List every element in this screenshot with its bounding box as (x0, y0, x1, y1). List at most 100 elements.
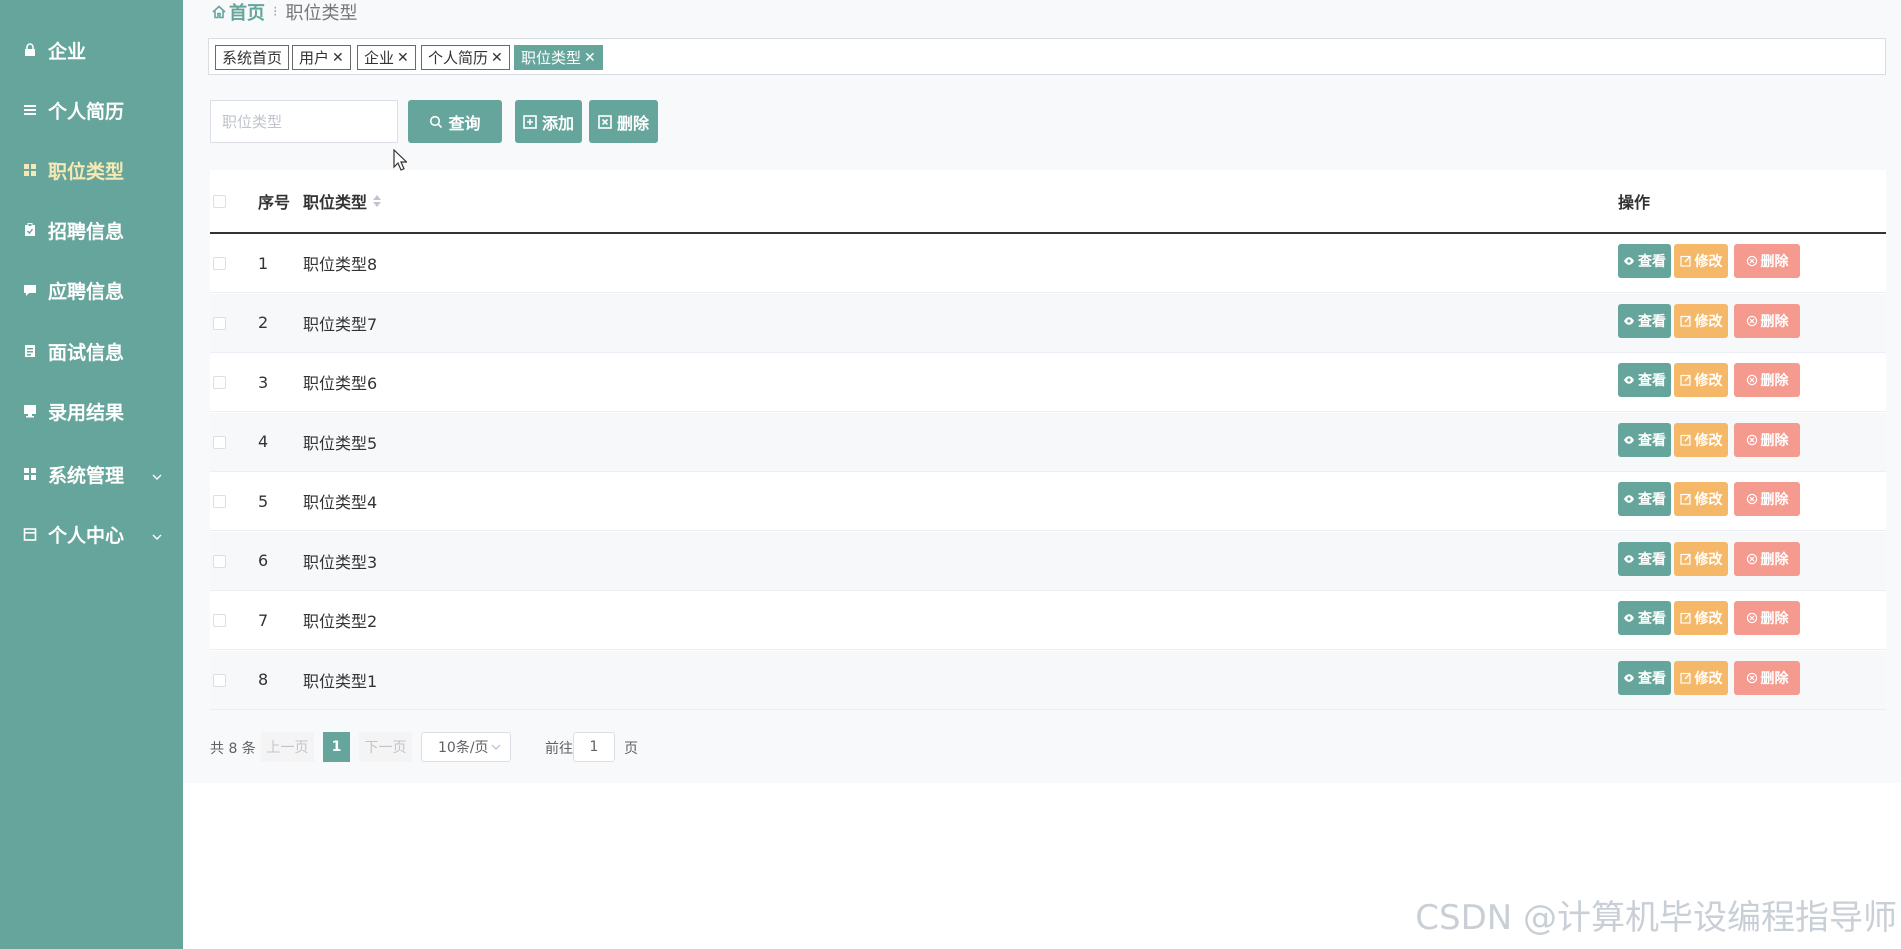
edit-button-label: 修改 (1694, 254, 1723, 270)
table-row: 4 职位类型5 查看 修改 删除 (210, 412, 1886, 472)
view-button[interactable]: 查看 (1618, 660, 1671, 695)
table-row: 5 职位类型4 查看 修改 删除 (210, 472, 1886, 531)
row-checkbox[interactable] (213, 435, 226, 449)
pagination-total: 共 8 条 (210, 741, 256, 757)
sidebar: 企业 个人简历 职位类型 招聘信息 应聘信息 面试信息 录用结果 系统管理 个人… (0, 0, 183, 949)
query-button-label: 查询 (448, 113, 481, 133)
view-button[interactable]: 查看 (1618, 482, 1671, 516)
sidebar-item-label: 个人中心 (48, 524, 125, 547)
sidebar-item-job-type[interactable]: 职位类型 (0, 150, 183, 190)
view-button[interactable]: 查看 (1618, 244, 1671, 278)
lock-icon (22, 42, 38, 58)
row-job-type: 职位类型8 (303, 255, 378, 274)
sidebar-item-label: 职位类型 (48, 160, 125, 183)
edit-button[interactable]: 修改 (1674, 363, 1728, 397)
view-button[interactable]: 查看 (1618, 363, 1671, 397)
header-ops: 操作 (1618, 193, 1651, 212)
delete-button-label: 删除 (1760, 611, 1789, 627)
row-job-type: 职位类型5 (303, 433, 378, 453)
close-circle-icon (1746, 255, 1757, 267)
row-delete-button[interactable]: 删除 (1734, 601, 1800, 635)
sidebar-item-application-info[interactable]: 应聘信息 (0, 270, 183, 310)
close-icon[interactable]: ✕ (332, 50, 344, 66)
edit-button[interactable]: 修改 (1674, 303, 1728, 338)
view-button-label: 查看 (1638, 432, 1666, 449)
sidebar-item-recruit-info[interactable]: 招聘信息 (0, 210, 183, 250)
view-button-label: 查看 (1638, 611, 1666, 627)
sidebar-item-hire-result[interactable]: 录用结果 (0, 391, 183, 431)
home-icon (212, 5, 226, 19)
view-button[interactable]: 查看 (1618, 422, 1671, 457)
tab-company[interactable]: 企业 ✕ (357, 45, 416, 70)
row-checkbox[interactable] (213, 316, 226, 330)
tab-label: 职位类型 (521, 49, 582, 67)
grid-icon (22, 466, 38, 482)
edit-button[interactable]: 修改 (1674, 601, 1728, 635)
row-checkbox[interactable] (213, 673, 226, 687)
row-checkbox[interactable] (213, 495, 226, 508)
edit-button[interactable]: 修改 (1674, 482, 1728, 516)
eye-icon (1624, 316, 1634, 325)
query-button[interactable]: 查询 (408, 100, 502, 143)
search-input[interactable] (210, 100, 398, 143)
sidebar-item-label: 面试信息 (48, 341, 125, 364)
tab-job-type[interactable]: 职位类型 ✕ (514, 45, 603, 70)
edit-button[interactable]: 修改 (1674, 541, 1728, 576)
row-checkbox[interactable] (213, 376, 226, 389)
view-button[interactable]: 查看 (1618, 303, 1671, 338)
close-icon[interactable]: ✕ (397, 50, 409, 66)
breadcrumb-separator: ⁝ (273, 4, 278, 20)
view-button-label: 查看 (1638, 670, 1666, 687)
header-job-type[interactable]: 职位类型 (303, 170, 382, 232)
page-number-1[interactable]: 1 (323, 732, 350, 762)
sidebar-item-resume[interactable]: 个人简历 (0, 90, 183, 130)
sidebar-item-interview-info[interactable]: 面试信息 (0, 331, 183, 371)
tab-resume[interactable]: 个人简历 ✕ (421, 45, 510, 70)
row-checkbox[interactable] (213, 257, 226, 270)
edit-button[interactable]: 修改 (1674, 244, 1728, 278)
close-icon[interactable]: ✕ (584, 50, 596, 66)
page-size-select[interactable]: 10条/页 (421, 732, 511, 762)
row-delete-button[interactable]: 删除 (1734, 303, 1800, 338)
close-icon[interactable]: ✕ (491, 50, 503, 66)
edit-button-label: 修改 (1694, 551, 1723, 568)
breadcrumb-home[interactable]: 首页 (211, 0, 265, 25)
tab-system-home[interactable]: 系统首页 (215, 45, 290, 70)
header-job-type-label: 职位类型 (303, 193, 368, 212)
sidebar-item-company[interactable]: 企业 (0, 30, 183, 70)
row-checkbox[interactable] (213, 554, 226, 568)
add-button[interactable]: 添加 (515, 100, 582, 143)
close-circle-icon (1746, 553, 1757, 564)
row-delete-button[interactable]: 删除 (1734, 541, 1800, 576)
edit-icon (1679, 553, 1691, 565)
row-delete-button[interactable]: 删除 (1734, 482, 1800, 516)
edit-icon (1679, 315, 1691, 327)
sort-icon[interactable] (373, 195, 382, 207)
goto-page-input[interactable] (573, 732, 615, 762)
view-button[interactable]: 查看 (1618, 541, 1671, 576)
add-button-label: 添加 (541, 113, 574, 133)
row-delete-button[interactable]: 删除 (1734, 363, 1800, 397)
select-all-checkbox[interactable] (213, 195, 226, 208)
sidebar-item-system-admin[interactable]: 系统管理 (0, 454, 183, 494)
row-checkbox[interactable] (213, 614, 226, 627)
delete-button[interactable]: 删除 (589, 100, 658, 143)
tab-user[interactable]: 用户 ✕ (292, 45, 351, 70)
next-page-button[interactable]: 下一页 (359, 732, 412, 762)
row-delete-button[interactable]: 删除 (1734, 660, 1800, 695)
row-delete-button[interactable]: 删除 (1734, 244, 1800, 278)
edit-button[interactable]: 修改 (1674, 422, 1728, 457)
close-circle-icon (1746, 672, 1757, 683)
header-index: 序号 (258, 193, 291, 212)
view-button-label: 查看 (1638, 492, 1666, 508)
edit-icon (1679, 434, 1691, 446)
view-button[interactable]: 查看 (1618, 601, 1671, 635)
table-row: 3 职位类型6 查看 修改 删除 (210, 353, 1886, 412)
prev-page-button[interactable]: 上一页 (261, 732, 314, 762)
view-button-label: 查看 (1638, 254, 1666, 270)
sidebar-item-personal-center[interactable]: 个人中心 (0, 514, 183, 554)
sidebar-item-label: 企业 (48, 40, 87, 63)
row-delete-button[interactable]: 删除 (1734, 422, 1800, 457)
edit-button[interactable]: 修改 (1674, 660, 1728, 695)
delete-button-label: 删除 (1760, 551, 1789, 568)
